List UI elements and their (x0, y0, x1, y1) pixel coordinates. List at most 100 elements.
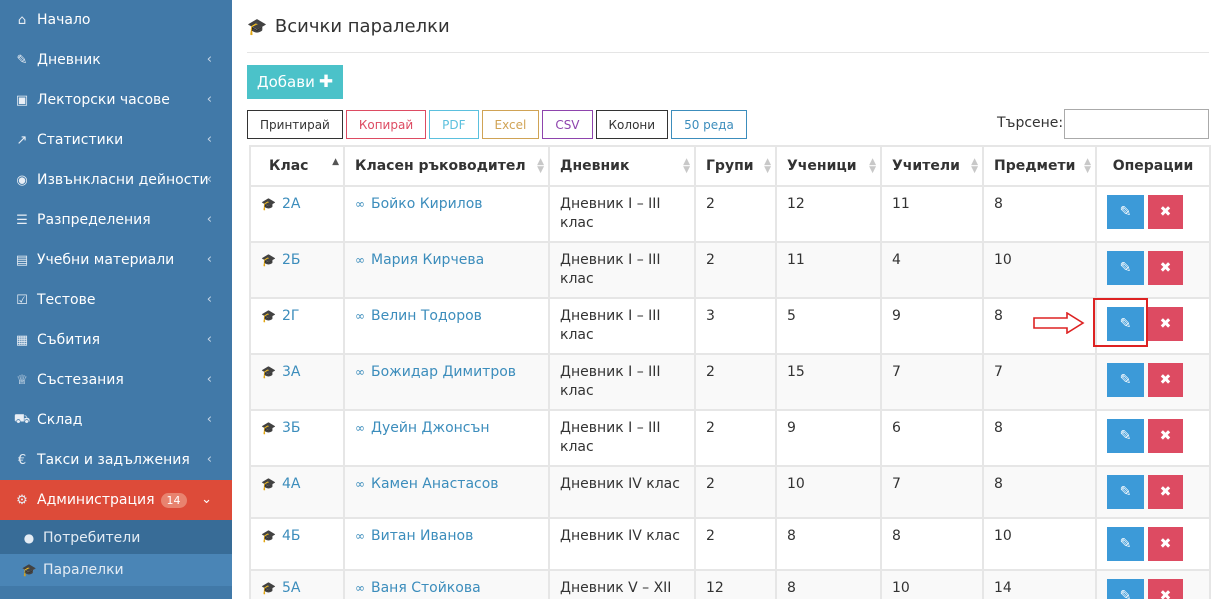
teacher-link[interactable]: Дуейн Джонсън (371, 420, 490, 436)
class-link[interactable]: 3Б (282, 420, 301, 436)
edit-button[interactable]: ✎ (1107, 579, 1144, 599)
sidebar-item-4[interactable]: ◉ Извънкласни дейности ‹ (0, 160, 232, 200)
sidebar-item-8[interactable]: ▦ Събития ‹ (0, 320, 232, 360)
sidebar-item-2[interactable]: ▣ Лекторски часове ‹ (0, 80, 232, 120)
sidebar-item-1[interactable]: ✎ Дневник ‹ (0, 40, 232, 80)
main-content: 🎓 Всички паралелки Добави ✚ Принтирай Коп… (247, 0, 1211, 599)
add-button[interactable]: Добави ✚ (247, 65, 343, 99)
sidebar-item-label: Такси и задължения (37, 452, 190, 468)
cell-class[interactable]: 🎓 4Б (249, 517, 345, 571)
cell-teacher[interactable]: ∞ Камен Анастасов (343, 465, 550, 519)
delete-button[interactable]: ✖ (1148, 579, 1183, 599)
graduation-cap-icon: 🎓 (261, 197, 276, 211)
check-square-icon: ☑ (16, 292, 28, 308)
delete-button[interactable]: ✖ (1148, 363, 1183, 397)
cell-class[interactable]: 🎓 2А (249, 185, 345, 243)
page-title: Всички паралелки (274, 15, 450, 37)
sidebar-item-3[interactable]: ↗ Статистики ‹ (0, 120, 232, 160)
column-header[interactable]: Клас ▲ (249, 145, 345, 187)
column-header[interactable]: Учители ▲ ▼ (880, 145, 984, 187)
cell-subjects: 10 (982, 241, 1097, 299)
cell-groups: 2 (694, 185, 777, 243)
sidebar-item-11[interactable]: € Такси и задължения ‹ (0, 440, 232, 480)
toolbar-button-6[interactable]: 50 реда (671, 110, 747, 139)
delete-button[interactable]: ✖ (1148, 195, 1183, 229)
column-header[interactable]: Ученици ▲ ▼ (775, 145, 882, 187)
edit-button[interactable]: ✎ (1107, 363, 1144, 397)
sort-icon: ▲ ▼ (683, 157, 690, 175)
graduation-cap-icon: 🎓 (261, 581, 276, 595)
sidebar-item-label: Събития (37, 332, 101, 348)
edit-icon: ✎ (1119, 483, 1132, 500)
teacher-link[interactable]: Ваня Стойкова (371, 580, 481, 596)
edit-button[interactable]: ✎ (1107, 251, 1144, 285)
sidebar-item-classes[interactable]: 🎓 Паралелки (0, 554, 232, 586)
cell-teacher[interactable]: ∞ Дуейн Джонсън (343, 409, 550, 467)
class-link[interactable]: 2А (282, 196, 300, 212)
cell-teacher[interactable]: ∞ Витан Иванов (343, 517, 550, 571)
class-link[interactable]: 3А (282, 364, 300, 380)
cell-diary: Дневник I – III клас (548, 297, 696, 355)
edit-button[interactable]: ✎ (1107, 527, 1144, 561)
column-header[interactable]: Класен ръководител ▲ ▼ (343, 145, 550, 187)
delete-button[interactable]: ✖ (1148, 475, 1183, 509)
cell-class[interactable]: 🎓 2Б (249, 241, 345, 299)
sidebar-item-6[interactable]: ▤ Учебни материали ‹ (0, 240, 232, 280)
class-link[interactable]: 4А (282, 476, 300, 492)
toolbar-button-2[interactable]: PDF (429, 110, 479, 139)
cell-class[interactable]: 🎓 3А (249, 353, 345, 411)
cell-teacher[interactable]: ∞ Мария Кирчева (343, 241, 550, 299)
cell-class[interactable]: 🎓 5А (249, 569, 345, 599)
sidebar-item-users[interactable]: ● Потребители (0, 522, 232, 554)
toolbar-button-5[interactable]: Колони (595, 110, 669, 139)
teacher-link[interactable]: Бойко Кирилов (371, 196, 483, 212)
edit-button[interactable]: ✎ (1107, 475, 1144, 509)
column-header[interactable]: Предмети ▲ ▼ (982, 145, 1097, 187)
column-header-label: Групи (706, 158, 754, 174)
column-header[interactable]: Операции (1095, 145, 1211, 187)
delete-button[interactable]: ✖ (1148, 307, 1183, 341)
edit-button[interactable]: ✎ (1107, 195, 1144, 229)
class-link[interactable]: 2Б (282, 252, 301, 268)
cell-subjects: 7 (982, 353, 1097, 411)
glasses-icon: ∞ (355, 529, 365, 543)
cell-teacher[interactable]: ∞ Божидар Димитров (343, 353, 550, 411)
class-link[interactable]: 2Г (282, 308, 299, 324)
cogs-icon: ⚙ (16, 492, 28, 508)
cell-teacher[interactable]: ∞ Велин Тодоров (343, 297, 550, 355)
column-header[interactable]: Групи ▲ ▼ (694, 145, 777, 187)
table-row: 🎓 5А ∞ Ваня Стойкова Дневник V – XII 12 8 10 14 ✎… (249, 569, 1211, 599)
toolbar-button-1[interactable]: Копирай (345, 110, 427, 139)
search-input[interactable] (1064, 109, 1209, 139)
cell-class[interactable]: 🎓 2Г (249, 297, 345, 355)
teacher-link[interactable]: Мария Кирчева (371, 252, 484, 268)
cell-class[interactable]: 🎓 3Б (249, 409, 345, 467)
cell-groups: 2 (694, 241, 777, 299)
cell-subjects: 10 (982, 517, 1097, 571)
sidebar-item-label: Състезания (37, 372, 124, 388)
delete-button[interactable]: ✖ (1148, 419, 1183, 453)
sidebar-item-7[interactable]: ☑ Тестове ‹ (0, 280, 232, 320)
column-header[interactable]: Дневник ▲ ▼ (548, 145, 696, 187)
teacher-link[interactable]: Божидар Димитров (371, 364, 516, 380)
delete-button[interactable]: ✖ (1148, 251, 1183, 285)
cell-students: 12 (775, 185, 882, 243)
cell-class[interactable]: 🎓 4А (249, 465, 345, 519)
cell-teacher[interactable]: ∞ Бойко Кирилов (343, 185, 550, 243)
sidebar-item-0[interactable]: ⌂ Начало (0, 0, 232, 40)
sidebar-item-10[interactable]: ⛟ Склад ‹ (0, 400, 232, 440)
sidebar-item-5[interactable]: ☰ Разпределения ‹ (0, 200, 232, 240)
toolbar-button-3[interactable]: Excel (481, 110, 540, 139)
teacher-link[interactable]: Камен Анастасов (371, 476, 499, 492)
toolbar-button-0[interactable]: Принтирай (247, 110, 343, 139)
cell-teacher[interactable]: ∞ Ваня Стойкова (343, 569, 550, 599)
toolbar-button-4[interactable]: CSV (542, 110, 593, 139)
teacher-link[interactable]: Велин Тодоров (371, 308, 482, 324)
class-link[interactable]: 5А (282, 580, 300, 596)
delete-button[interactable]: ✖ (1148, 527, 1183, 561)
sidebar-item-administration[interactable]: ⚙ Администрация 14 ⌄ (0, 480, 232, 520)
edit-button[interactable]: ✎ (1107, 419, 1144, 453)
sidebar-item-9[interactable]: ♕ Състезания ‹ (0, 360, 232, 400)
teacher-link[interactable]: Витан Иванов (371, 528, 473, 544)
class-link[interactable]: 4Б (282, 528, 301, 544)
